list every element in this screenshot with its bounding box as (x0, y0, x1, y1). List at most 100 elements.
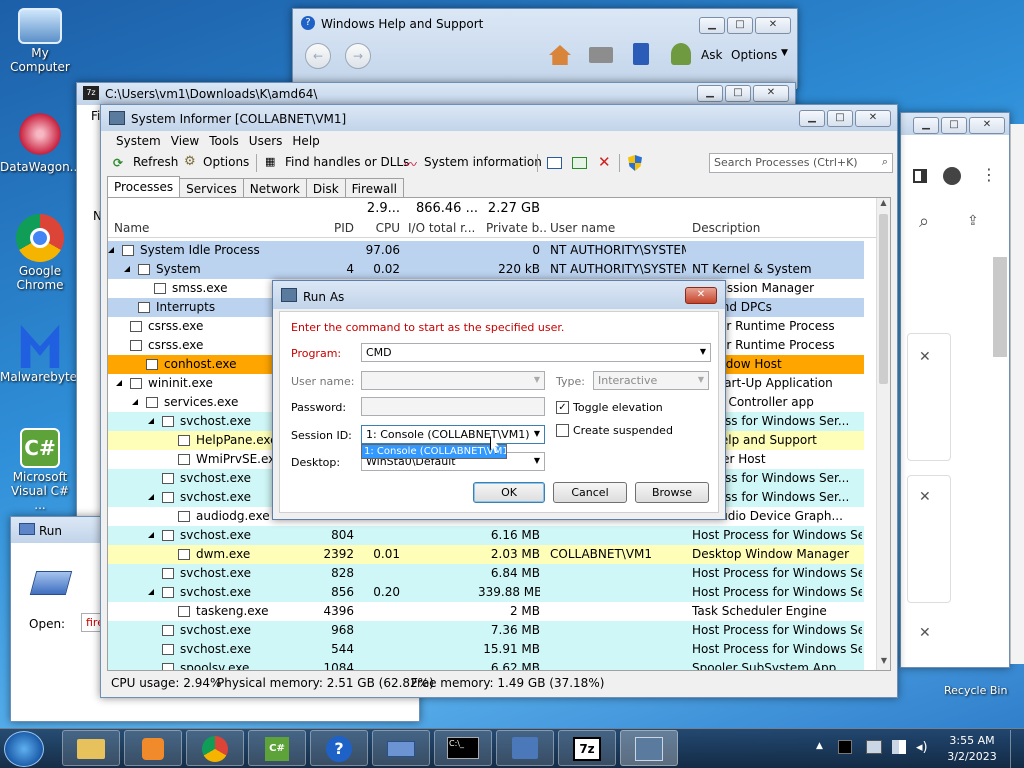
dismiss-icon[interactable]: ✕ (919, 349, 931, 365)
maximize-button[interactable]: □ (827, 110, 853, 127)
expand-toggle-icon[interactable]: ◢ (132, 397, 138, 406)
tray-chevron-up-icon[interactable]: ▲ (816, 741, 823, 751)
close-button[interactable]: ✕ (753, 85, 789, 102)
ask-button[interactable]: Ask (701, 48, 722, 62)
column-private[interactable]: Private b... (486, 221, 548, 235)
taskbar-system-informer[interactable] (620, 730, 678, 766)
column-pid[interactable]: PID (308, 221, 354, 235)
minimize-button[interactable]: ▁ (699, 17, 725, 34)
close-button[interactable]: ✕ (755, 17, 791, 34)
network-icon[interactable] (866, 740, 882, 754)
taskbar-visual-csharp[interactable]: C# (248, 730, 306, 766)
menu-help[interactable]: Help (287, 131, 324, 151)
scrollbar[interactable] (993, 257, 1007, 357)
dismiss-icon[interactable]: ✕ (919, 489, 931, 505)
shield-icon[interactable] (628, 155, 642, 171)
table-row[interactable]: dwm.exe 2392 0.01 2.03 MB COLLABNET\VM1 Deskt… (108, 545, 864, 564)
menu-tools[interactable]: Tools (204, 131, 244, 151)
tray-app-icon[interactable] (838, 740, 852, 754)
printer-icon[interactable] (589, 47, 613, 63)
desktop-icon-visual-csharp[interactable]: C# Microsoft Visual C# ... (0, 428, 80, 512)
share-icon[interactable]: ⇪ (967, 213, 979, 229)
column-description[interactable]: Description (692, 221, 760, 235)
column-user[interactable]: User name (550, 221, 615, 235)
program-combo[interactable]: CMD ▼ (361, 343, 711, 362)
refresh-button[interactable]: Refresh (133, 155, 178, 169)
expand-toggle-icon[interactable]: ◢ (148, 587, 154, 596)
scroll-down-arrow[interactable]: ▼ (877, 656, 890, 670)
menu-view[interactable]: View (166, 131, 204, 151)
profile-icon[interactable] (943, 167, 961, 185)
scrollbar-thumb[interactable] (879, 214, 888, 384)
maximize-button[interactable]: □ (727, 17, 753, 34)
minimize-button[interactable]: ▁ (799, 110, 825, 127)
forward-button[interactable]: → (345, 43, 371, 69)
minimize-button[interactable]: ▁ (697, 85, 723, 102)
ask-icon[interactable] (671, 43, 691, 65)
taskbar-chrome[interactable] (186, 730, 244, 766)
table-row[interactable]: taskeng.exe 4396 2 MB Task Scheduler Engine (108, 602, 864, 621)
clock[interactable]: 3:55 AM 3/2/2023 (944, 733, 1000, 765)
expand-toggle-icon[interactable]: ◢ (148, 416, 154, 425)
book-icon[interactable] (633, 43, 649, 65)
desktop-icon-my-computer[interactable]: My Computer (0, 8, 80, 74)
desktop-icon-datawagon[interactable]: DataWagon... (0, 110, 81, 174)
sidebar-icon[interactable] (913, 169, 927, 183)
close-button[interactable]: ✕ (855, 110, 891, 127)
volume-icon[interactable]: ◂) (916, 740, 928, 755)
column-cpu[interactable]: CPU (360, 221, 400, 235)
menu-file-partial[interactable]: Fi (91, 109, 100, 123)
vertical-scrollbar[interactable]: ▲ ▼ (876, 198, 890, 670)
back-button[interactable]: ← (305, 43, 331, 69)
system-information-button[interactable]: System information (424, 155, 542, 169)
window-icon[interactable] (547, 157, 562, 169)
taskbar-network[interactable] (496, 730, 554, 766)
table-row[interactable]: ◢ System 4 0.02 220 kB NT AUTHORITY\SYSTEM NT … (108, 260, 864, 279)
goto-window-icon[interactable] (572, 157, 587, 169)
expand-toggle-icon[interactable]: ◢ (108, 245, 114, 254)
desktop-icon-chrome[interactable]: Google Chrome (0, 214, 80, 292)
table-row[interactable]: ◢ System Idle Process 97.06 0 NT AUTHORITY\S… (108, 241, 864, 260)
menu-system[interactable]: System (111, 131, 166, 151)
column-name[interactable]: Name (114, 221, 149, 235)
table-row[interactable]: ◢ svchost.exe 804 6.16 MB Host Process for W… (108, 526, 864, 545)
taskbar-console[interactable]: C:\_ (434, 730, 492, 766)
close-button[interactable]: ✕ (969, 117, 1005, 134)
ok-button[interactable]: OK (473, 482, 545, 503)
taskbar-7zip[interactable]: 7z (558, 730, 616, 766)
terminate-icon[interactable]: ✕ (598, 153, 611, 171)
kebab-menu-icon[interactable]: ⋮ (981, 165, 997, 184)
table-row[interactable]: svchost.exe 828 6.84 MB Host Process for Wi… (108, 564, 864, 583)
desktop-icon-malwarebytes[interactable]: Malwarebytes (0, 320, 83, 384)
session-option[interactable]: 1: Console (COLLABNET\VM1) (362, 445, 506, 458)
expand-toggle-icon[interactable]: ◢ (116, 378, 122, 387)
column-io[interactable]: I/O total r... (408, 221, 480, 235)
session-combo[interactable]: 1: Console (COLLABNET\VM1) ▼ (361, 425, 545, 444)
expand-toggle-icon[interactable]: ◢ (148, 530, 154, 539)
start-button[interactable] (4, 731, 44, 767)
table-row[interactable]: svchost.exe 968 7.36 MB Host Process for Wi… (108, 621, 864, 640)
flag-icon[interactable] (892, 740, 906, 754)
taskbar-help[interactable]: ? (310, 730, 368, 766)
search-input[interactable]: Search Processes (Ctrl+K) ⌕ (709, 153, 893, 173)
maximize-button[interactable]: □ (725, 85, 751, 102)
options-button[interactable]: Options (203, 155, 249, 169)
create-suspended-checkbox[interactable] (556, 424, 569, 437)
browse-button[interactable]: Browse (635, 482, 709, 503)
minimize-button[interactable]: ▁ (913, 117, 939, 134)
taskbar-explorer[interactable] (62, 730, 120, 766)
options-button[interactable]: Options (731, 48, 777, 62)
taskbar-run[interactable] (372, 730, 430, 766)
find-handles-button[interactable]: Find handles or DLLs (285, 155, 409, 169)
taskbar-media-player[interactable] (124, 730, 182, 766)
close-button[interactable]: ✕ (685, 287, 717, 304)
show-desktop-button[interactable] (1010, 730, 1024, 768)
table-row[interactable]: svchost.exe 544 15.91 MB Host Process for W… (108, 640, 864, 659)
toggle-elevation-checkbox[interactable]: ✓ (556, 401, 569, 414)
table-row[interactable]: spoolsv.exe 1084 6.62 MB Spooler SubSystem … (108, 659, 864, 670)
tab-processes[interactable]: Processes (107, 176, 181, 199)
search-icon[interactable]: ⌕ (919, 211, 929, 232)
cancel-button[interactable]: Cancel (553, 482, 627, 503)
menu-users[interactable]: Users (244, 131, 288, 151)
table-row[interactable]: ◢ svchost.exe 856 0.20 339.88 MB Host Process… (108, 583, 864, 602)
